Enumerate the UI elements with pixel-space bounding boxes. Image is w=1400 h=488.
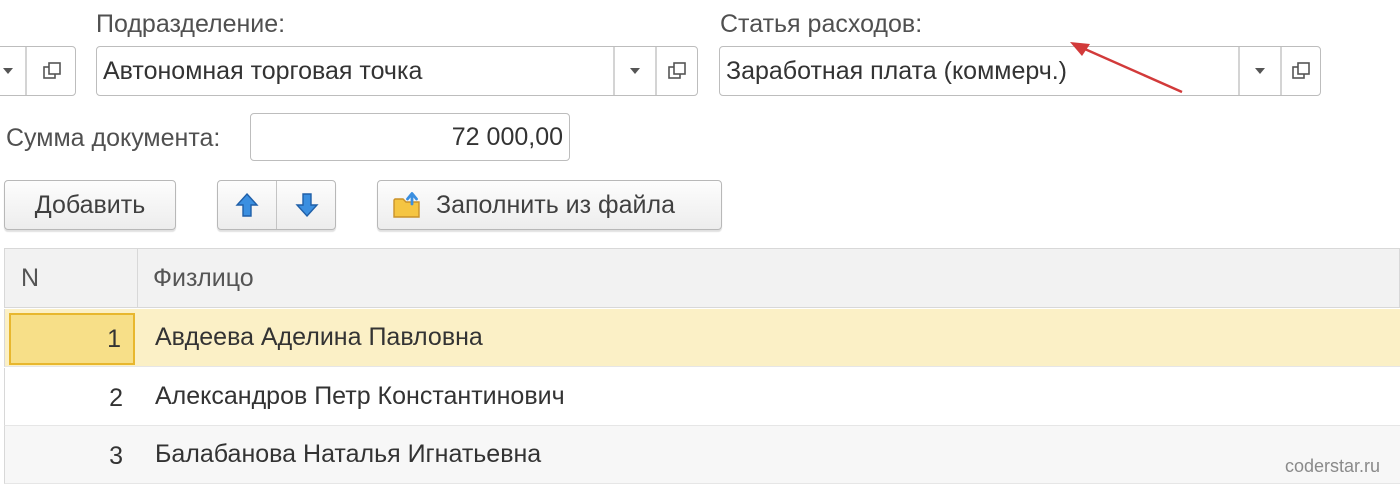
open-form-icon[interactable]	[657, 47, 697, 95]
open-form-icon[interactable]	[1282, 47, 1320, 95]
folder-upload-icon	[393, 192, 420, 218]
dropdown-arrow-icon[interactable]	[0, 47, 25, 95]
column-header-person[interactable]: Физлицо	[153, 249, 254, 307]
table-header: N Физлицо	[4, 248, 1400, 308]
watermark: coderstar.ru	[1284, 456, 1380, 476]
subdivision-label: Подразделение:	[96, 10, 286, 38]
arrow-down-icon	[295, 193, 319, 218]
dropdown-arrow-icon[interactable]	[615, 47, 655, 95]
fill-from-file-label: Заполнить из файла	[436, 190, 675, 219]
subdivision-field[interactable]: Автономная торговая точка	[96, 46, 698, 96]
move-up-button[interactable]	[218, 181, 277, 229]
row-number: 1	[9, 313, 135, 365]
move-buttons	[217, 180, 336, 230]
sum-field[interactable]: 72 000,00	[250, 113, 570, 161]
column-header-n[interactable]: N	[21, 249, 39, 307]
table-row[interactable]: 3 Балабанова Наталья Игнатьевна	[4, 426, 1400, 484]
add-button[interactable]: Добавить	[4, 180, 176, 230]
sum-label: Сумма документа:	[6, 124, 221, 152]
expense-value: Заработная плата (коммерч.)	[726, 56, 1068, 85]
row-number: 2	[109, 383, 123, 412]
table-row[interactable]: 1 Авдеева Аделина Павловна	[4, 309, 1400, 367]
row-number: 3	[109, 441, 123, 470]
subdivision-value: Автономная торговая точка	[103, 56, 423, 85]
fill-from-file-button[interactable]: Заполнить из файла	[377, 180, 722, 230]
move-down-button[interactable]	[278, 181, 336, 229]
table-row[interactable]: 2 Александров Петр Константинович	[4, 368, 1400, 426]
arrow-up-icon	[235, 192, 259, 217]
row-person: Александров Петр Константинович	[155, 382, 565, 410]
annotation-arrow-icon	[1070, 42, 1183, 94]
expense-field[interactable]: Заработная плата (коммерч.)	[719, 46, 1321, 96]
previous-field[interactable]	[0, 46, 76, 96]
dropdown-arrow-icon[interactable]	[1240, 47, 1280, 95]
row-person: Балабанова Наталья Игнатьевна	[155, 440, 542, 468]
sum-value: 72 000,00	[451, 122, 563, 151]
expense-label: Статья расходов:	[720, 10, 923, 38]
open-form-icon[interactable]	[27, 47, 77, 95]
row-person: Авдеева Аделина Павловна	[155, 323, 483, 351]
